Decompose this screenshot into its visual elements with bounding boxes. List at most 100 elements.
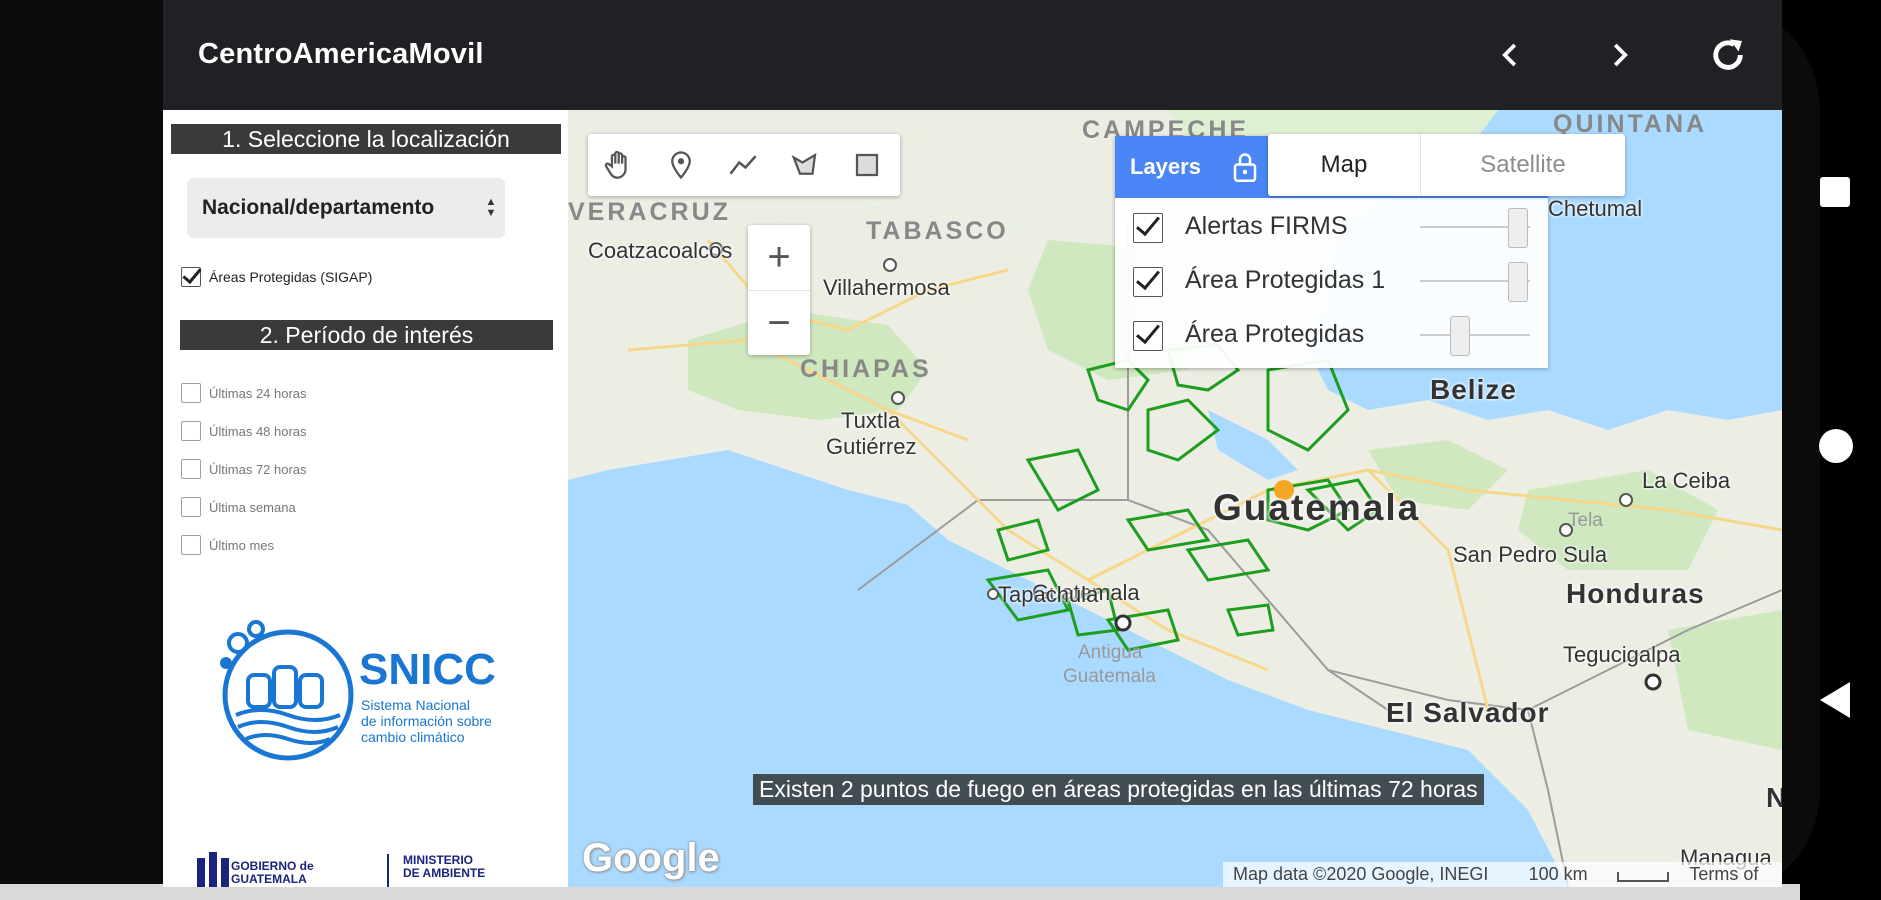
- layer-name: Área Protegidas: [1185, 320, 1365, 348]
- map-type-control: Map Satellite: [1268, 134, 1625, 196]
- protected-areas-toggle[interactable]: Áreas Protegidas (SIGAP): [181, 267, 372, 287]
- layer-checkbox[interactable]: [1133, 321, 1163, 351]
- layer-name: Alertas FIRMS: [1185, 212, 1348, 240]
- drawing-toolbar: [588, 134, 900, 196]
- period-option[interactable]: Últimas 72 horas: [181, 459, 307, 479]
- period-checkbox[interactable]: [181, 421, 201, 441]
- recents-button[interactable]: [1818, 175, 1852, 209]
- map-label: Gutiérrez: [826, 434, 917, 459]
- marker-tool-button[interactable]: [650, 134, 712, 196]
- hand-icon: [604, 150, 627, 179]
- forward-button[interactable]: [1594, 30, 1644, 80]
- circle-icon: [1819, 429, 1853, 463]
- scale-bar: [1616, 872, 1670, 882]
- section-header-period: 2. Período de interés: [180, 320, 553, 350]
- period-option[interactable]: Últimas 24 horas: [181, 383, 307, 403]
- layer-checkbox[interactable]: [1133, 213, 1163, 243]
- map-label: Guatemala: [1213, 487, 1421, 528]
- select-arrows-icon: ▲ ▼: [485, 196, 497, 219]
- slider-thumb[interactable]: [1508, 262, 1528, 302]
- layers-title: Layers: [1130, 154, 1201, 179]
- polyline-tool-button[interactable]: [712, 134, 774, 196]
- attribution-text[interactable]: Map data ©2020 Google, INEGI: [1223, 862, 1529, 887]
- map-label: Villahermosa: [823, 275, 950, 300]
- home-button[interactable]: [1818, 428, 1854, 464]
- ministry-text-line: DE AMBIENTE: [403, 866, 486, 880]
- period-label: Últimas 24 horas: [209, 385, 307, 401]
- layer-opacity-slider[interactable]: [1420, 316, 1530, 356]
- snicc-title: SNICC: [359, 645, 496, 694]
- layer-row: Alertas FIRMS: [1115, 199, 1548, 253]
- polyline-icon: [729, 155, 757, 175]
- lock-icon[interactable]: [1230, 150, 1260, 184]
- zoom-out-button[interactable]: −: [748, 290, 810, 356]
- period-label: Último mes: [209, 537, 275, 553]
- reload-button[interactable]: [1703, 30, 1753, 80]
- map-label: Tapachula: [998, 582, 1099, 607]
- layer-name: Área Protegidas 1: [1185, 266, 1386, 294]
- slider-thumb[interactable]: [1450, 316, 1470, 356]
- hand-tool-button[interactable]: [588, 134, 650, 196]
- snicc-subtitle: Sistema Nacional de información sobre ca…: [361, 697, 541, 745]
- app-title: CentroAmericaMovil: [198, 38, 484, 70]
- back-button[interactable]: [1486, 30, 1536, 80]
- android-navigation-bar: [1782, 0, 1881, 900]
- map-attribution: Map data ©2020 Google, INEGI 100 km Term…: [1223, 862, 1782, 887]
- snicc-subtitle-line: cambio climático: [361, 729, 465, 745]
- rectangle-tool-button[interactable]: [836, 134, 898, 196]
- terms-link[interactable]: Terms of Use: [1689, 862, 1782, 887]
- snicc-subtitle-line: Sistema Nacional: [361, 697, 470, 713]
- polygon-tool-button[interactable]: [774, 134, 836, 196]
- zoom-control: + −: [748, 225, 810, 355]
- device-background: CentroAmericaMovil 1. Seleccione la loca…: [0, 0, 1881, 900]
- period-checkbox[interactable]: [181, 535, 201, 555]
- map-label: Honduras: [1566, 578, 1705, 609]
- chevron-left-icon: [1502, 43, 1517, 67]
- app-bar: CentroAmericaMovil: [163, 0, 1782, 110]
- map-label: Tegucigalpa: [1563, 642, 1681, 667]
- map-label: Nicaragu: [1766, 782, 1782, 813]
- period-option[interactable]: Última semana: [181, 497, 296, 517]
- back-nav-button[interactable]: [1818, 680, 1852, 720]
- map-type-map-button[interactable]: Map: [1268, 134, 1421, 196]
- map-canvas[interactable]: VERACRUZ Coatzacoalcos TABASCO Villaherm…: [568, 110, 1782, 887]
- square-icon: [1820, 177, 1850, 207]
- slider-thumb[interactable]: [1508, 208, 1528, 248]
- section-header-location: 1. Seleccione la localización: [171, 124, 561, 154]
- map-label: Antigua: [1078, 642, 1143, 663]
- period-label: Últimas 72 horas: [209, 461, 307, 477]
- protected-areas-checkbox[interactable]: [181, 267, 201, 287]
- control-panel: 1. Seleccione la localización Nacional/d…: [163, 110, 568, 887]
- period-checkbox[interactable]: [181, 383, 201, 403]
- government-logo-text: GOBIERNO de GUATEMALA: [231, 860, 314, 886]
- period-label: Últimas 48 horas: [209, 423, 307, 439]
- period-option[interactable]: Último mes: [181, 535, 274, 555]
- layer-row: Área Protegidas: [1115, 307, 1548, 361]
- map-label: TABASCO: [866, 217, 1009, 245]
- map-label: Coatzacoalcos: [588, 238, 733, 263]
- map-label: El Salvador: [1386, 697, 1550, 728]
- zoom-in-button[interactable]: +: [748, 225, 810, 290]
- ministry-logo-text: MINISTERIO DE AMBIENTE: [403, 854, 485, 880]
- map-label: La Ceiba: [1642, 468, 1731, 493]
- layer-row: Área Protegidas 1: [1115, 253, 1548, 307]
- map-type-satellite-button[interactable]: Satellite: [1421, 134, 1625, 196]
- app-screen: CentroAmericaMovil 1. Seleccione la loca…: [163, 0, 1782, 887]
- period-option[interactable]: Últimas 48 horas: [181, 421, 307, 441]
- layer-checkbox[interactable]: [1133, 267, 1163, 297]
- polygon-icon: [791, 152, 817, 175]
- map-label: Guatemala: [1063, 666, 1156, 687]
- layer-opacity-slider[interactable]: [1420, 262, 1530, 302]
- period-checkbox[interactable]: [181, 497, 201, 517]
- map-label: San Pedro Sula: [1453, 542, 1608, 567]
- map-label: Belize: [1430, 374, 1517, 405]
- marker-icon: [671, 151, 691, 180]
- snicc-subtitle-line: de información sobre: [361, 713, 492, 729]
- location-select[interactable]: Nacional/departamento ▲ ▼: [187, 178, 505, 238]
- layer-opacity-slider[interactable]: [1420, 208, 1530, 248]
- location-select-value: Nacional/departamento: [202, 196, 435, 219]
- reload-icon: [1713, 39, 1743, 70]
- map-label: CHIAPAS: [800, 355, 932, 383]
- period-checkbox[interactable]: [181, 459, 201, 479]
- snicc-logo: [220, 620, 354, 761]
